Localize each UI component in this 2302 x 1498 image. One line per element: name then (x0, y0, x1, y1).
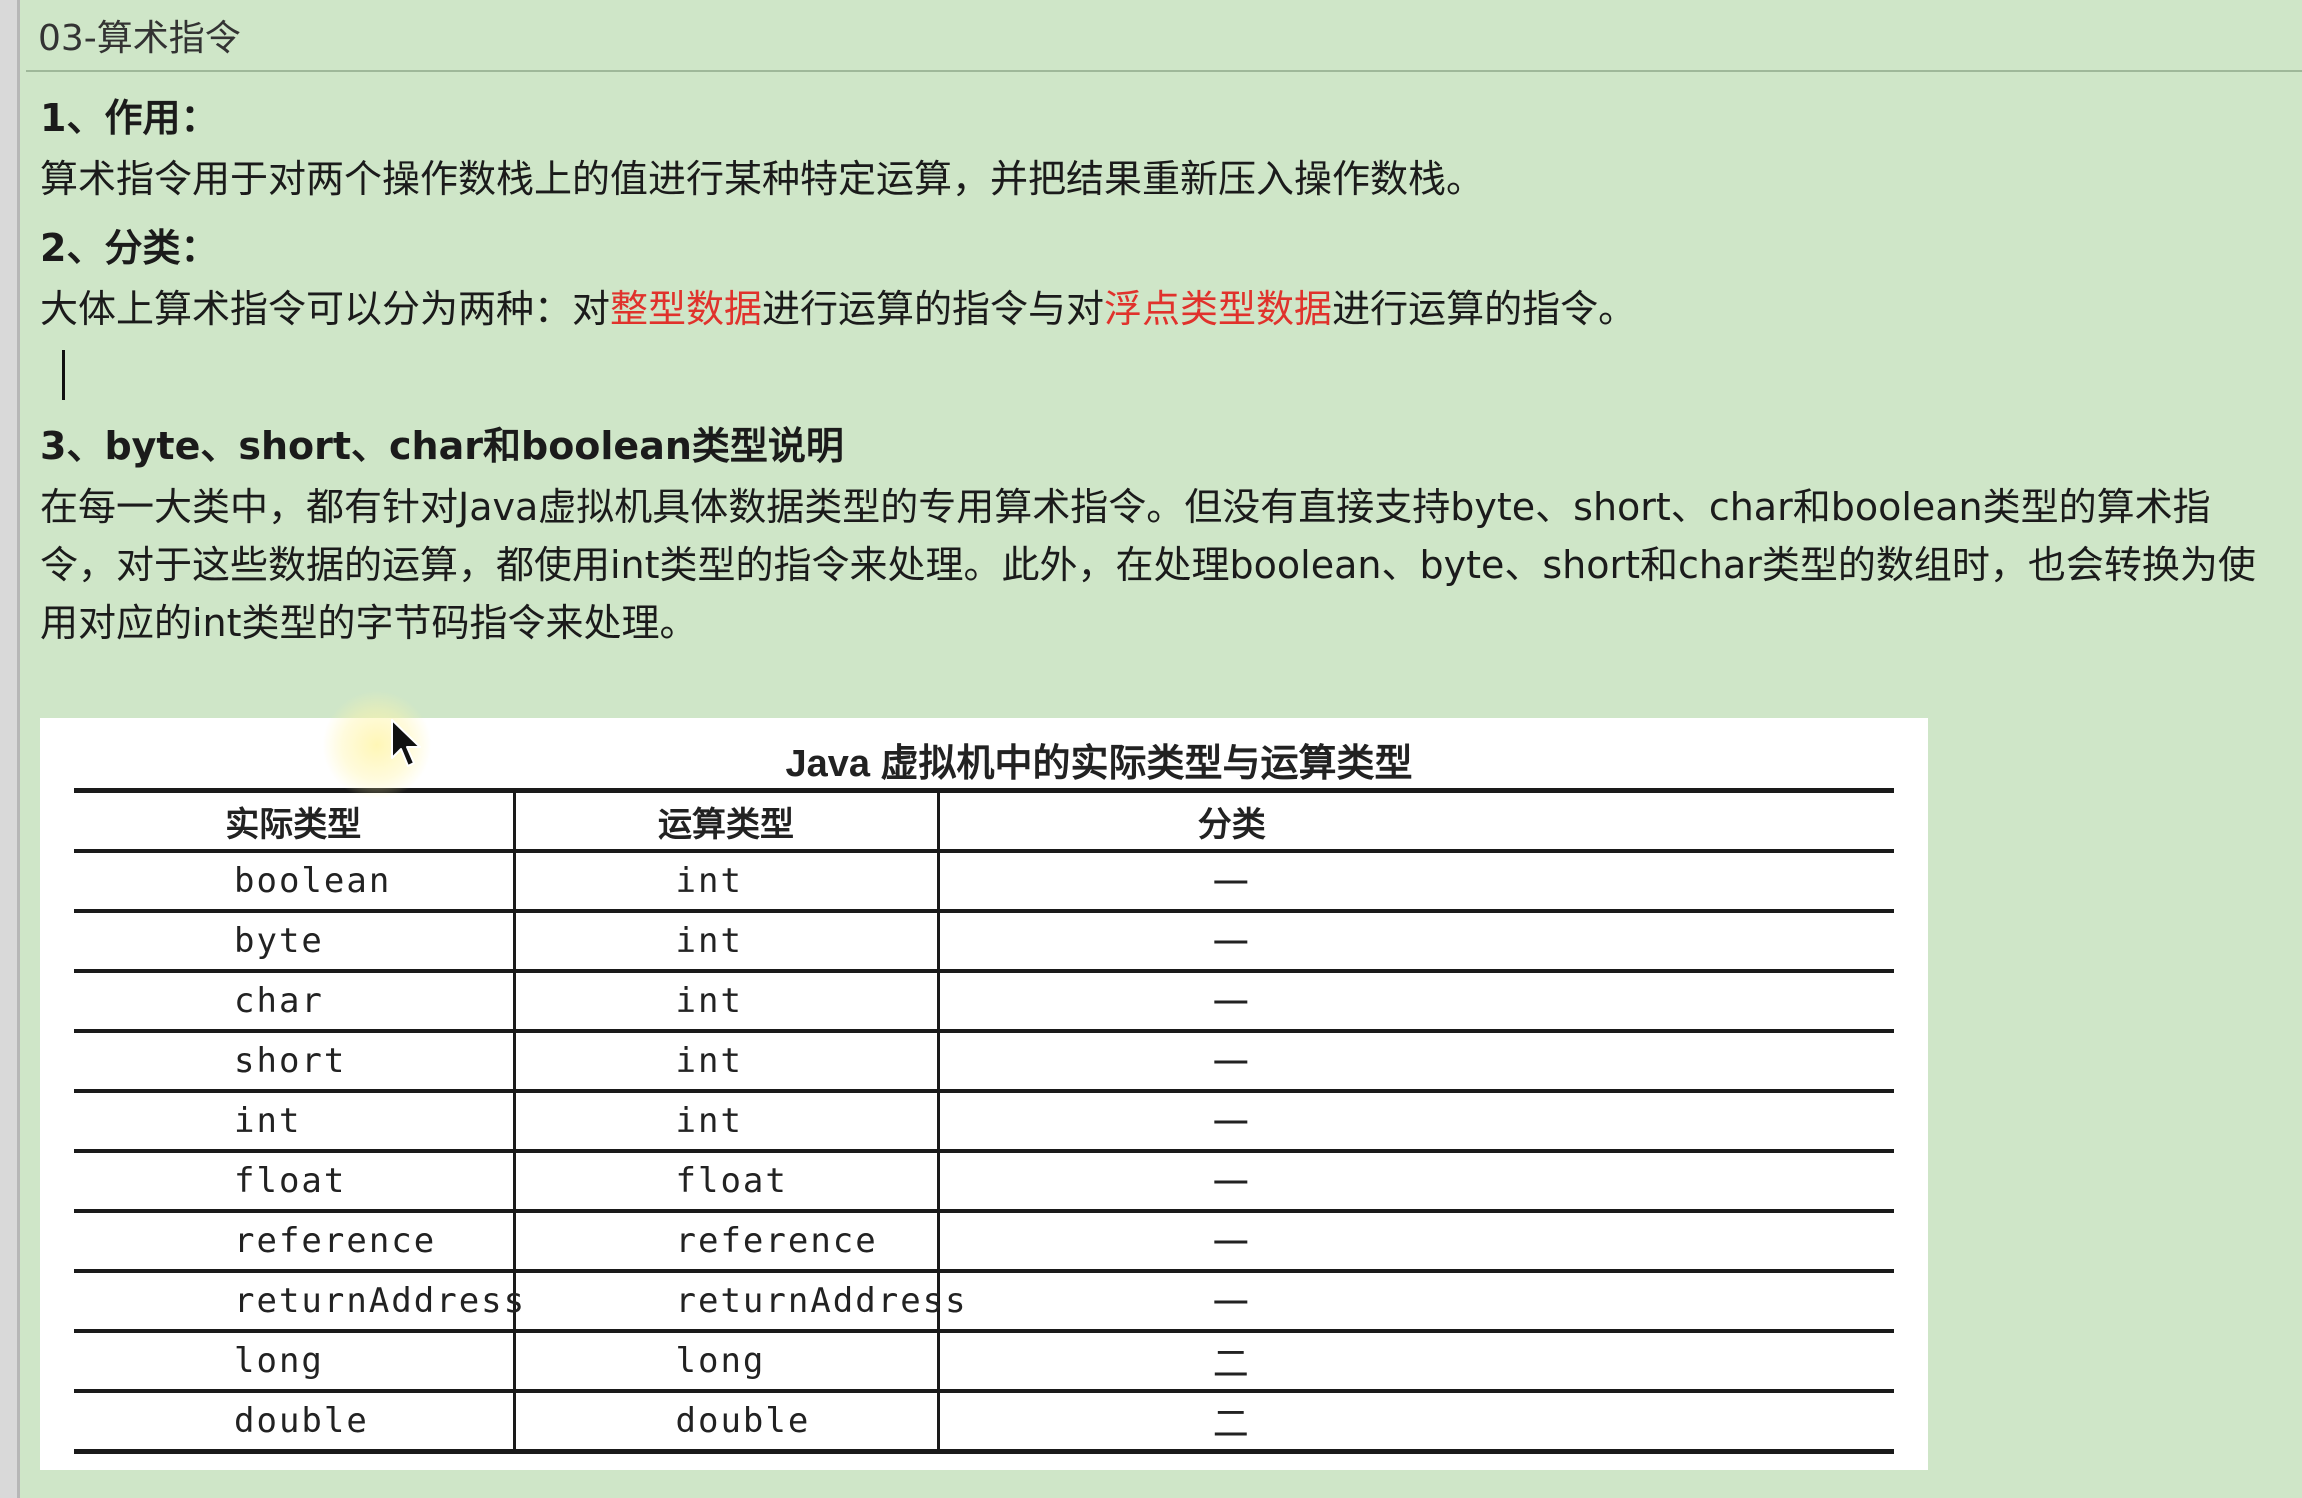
column-header-actual-type: 实际类型 (74, 788, 516, 853)
computational-type-cell: int (514, 851, 940, 913)
types-table: 实际类型 运算类型 分类 boolean int 一 byte int 一 ch… (74, 788, 1894, 1454)
computational-type-cell: long (514, 1331, 940, 1393)
mouse-pointer-icon (391, 719, 421, 767)
section2-text-before: 大体上算术指令可以分为两种：对 (40, 287, 611, 331)
section1-text: 算术指令用于对两个操作数栈上的值进行某种特定运算，并把结果重新压入操作数栈。 (40, 157, 1485, 201)
table-row: byte int 一 (74, 911, 1894, 973)
table-row: reference reference 一 (74, 1211, 1894, 1273)
actual-type-cell: byte (74, 911, 516, 973)
actual-type-cell: short (74, 1031, 516, 1093)
category-cell: 二 (938, 1331, 1894, 1393)
section3-heading: 3、byte、short、char和boolean类型说明 (40, 424, 844, 468)
actual-type-cell: returnAddress (74, 1271, 524, 1333)
category-cell: 一 (938, 911, 1894, 973)
highlight-integer-data: 整型数据 (610, 287, 763, 331)
category-cell: 一 (938, 1271, 1894, 1333)
actual-type-cell: float (74, 1151, 516, 1213)
table-row: short int 一 (74, 1031, 1894, 1093)
computational-type-cell: int (514, 1091, 940, 1153)
computational-type-cell: int (514, 1031, 940, 1093)
document-title: 03-算术指令 (26, 0, 2302, 72)
section2-text-middle: 进行运算的指令与对 (762, 287, 1105, 331)
table-row: float float 一 (74, 1151, 1894, 1213)
table-row: int int 一 (74, 1091, 1894, 1153)
section3-paragraph: 在每一大类中，都有针对Java虚拟机具体数据类型的专用算术指令。但没有直接支持b… (40, 485, 2256, 645)
category-cell: 一 (938, 971, 1894, 1033)
category-cell: 二 (938, 1391, 1894, 1454)
actual-type-cell: boolean (74, 851, 516, 913)
category-cell: 一 (938, 851, 1894, 913)
section2-heading: 2、分类： (40, 226, 219, 270)
section2-text-after: 进行运算的指令。 (1332, 287, 1637, 331)
computational-type-cell: float (514, 1151, 940, 1213)
table-row: returnAddress returnAddress 一 (74, 1271, 1894, 1333)
column-header-category: 分类 (938, 788, 1894, 853)
table-row: char int 一 (74, 971, 1894, 1033)
computational-type-cell: returnAddress (514, 1271, 966, 1333)
text-caret (62, 350, 65, 400)
table-row: double double 二 (74, 1391, 1894, 1454)
table-header-row: 实际类型 运算类型 分类 (74, 788, 1894, 853)
actual-type-cell: char (74, 971, 516, 1033)
left-gutter (0, 0, 20, 1498)
actual-type-cell: reference (74, 1211, 516, 1273)
computational-type-cell: int (514, 971, 940, 1033)
document-title-text: 03-算术指令 (38, 18, 241, 59)
category-cell: 一 (938, 1091, 1894, 1153)
computational-type-cell: int (514, 911, 940, 973)
category-cell: 一 (938, 1031, 1894, 1093)
column-header-computational-type: 运算类型 (514, 788, 940, 853)
actual-type-cell: long (74, 1331, 516, 1393)
computational-type-cell: double (514, 1391, 940, 1454)
computational-type-cell: reference (514, 1211, 940, 1273)
actual-type-cell: double (74, 1391, 516, 1454)
table-row: boolean int 一 (74, 851, 1894, 913)
document-body[interactable]: 1、作用： 算术指令用于对两个操作数栈上的值进行某种特定运算，并把结果重新压入操… (40, 90, 2280, 664)
actual-type-cell: int (74, 1091, 516, 1153)
section2-text: 大体上算术指令可以分为两种：对整型数据进行运算的指令与对浮点类型数据进行运算的指… (40, 280, 2280, 338)
category-cell: 一 (938, 1151, 1894, 1213)
table-row: long long 二 (74, 1331, 1894, 1393)
section1-heading: 1、作用： (40, 96, 219, 140)
category-cell: 一 (938, 1211, 1894, 1273)
types-table-figure: Java 虚拟机中的实际类型与运算类型 实际类型 运算类型 分类 boolean… (40, 718, 1928, 1470)
highlight-float-data: 浮点类型数据 (1104, 287, 1333, 331)
